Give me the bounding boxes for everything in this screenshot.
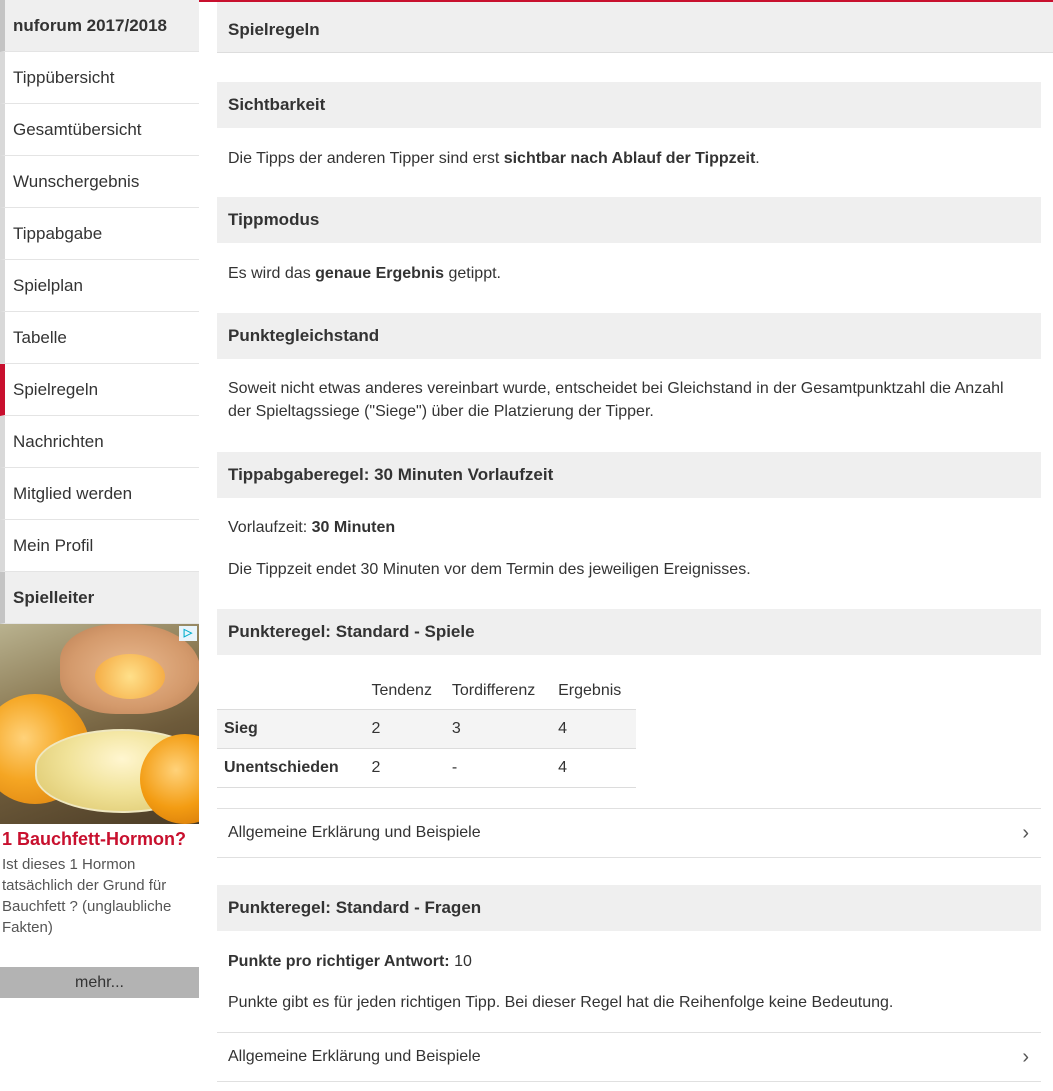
section-heading-sichtbarkeit: Sichtbarkeit [217, 82, 1041, 128]
ad-image-orange-half [95, 654, 165, 699]
sidebar-item-mitglied-werden[interactable]: Mitglied werden [0, 468, 199, 520]
table-cell: 2 [371, 709, 452, 749]
adchoices-icon[interactable]: ▷ [179, 626, 197, 641]
sidebar-item-label: Tippübersicht [13, 68, 115, 87]
section-heading-tippabgaberegel: Tippabgaberegel: 30 Minuten Vorlaufzeit [217, 452, 1041, 498]
sidebar-header[interactable]: nuforum 2017/2018 [0, 0, 199, 52]
sidebar-item-label: Tippabgabe [13, 224, 103, 243]
sidebar-item-label: Spielregeln [13, 380, 99, 399]
tippmodus-text: Es wird das genaue Ergebnis getippt. [228, 265, 501, 282]
sidebar-item-label: Mein Profil [13, 536, 94, 555]
table-header-cell [217, 673, 371, 710]
points-per-answer-text: Punkte pro richtiger Antwort: 10 [228, 953, 472, 970]
sidebar-item-label: Tabelle [13, 328, 67, 347]
explanation-link-fragen[interactable]: Allgemeine Erklärung und Beispiele › [217, 1032, 1041, 1082]
explanation-link-label: Allgemeine Erklärung und Beispiele [228, 1048, 481, 1065]
table-cell: Unentschieden [217, 748, 372, 788]
sidebar-footer-spielleiter[interactable]: Spielleiter [0, 572, 199, 624]
sidebar-item-mein-profil[interactable]: Mein Profil [0, 520, 199, 572]
table-cell: 4 [558, 709, 636, 749]
main-content: Spielregeln Sichtbarkeit Die Tipps der a… [217, 0, 1053, 1082]
sidebar-item-tabelle[interactable]: Tabelle [0, 312, 199, 364]
table-cell: 2 [371, 748, 452, 788]
sidebar-item-label: Mitglied werden [13, 484, 133, 503]
section-heading-punktegleichstand: Punktegleichstand [217, 313, 1041, 359]
advertisement[interactable]: ▷ 1 Bauchfett-Hormon? Ist dieses 1 Hormo… [0, 624, 199, 998]
table-header-cell: Ergebnis [558, 682, 622, 699]
section-heading-punkteregel-fragen: Punkteregel: Standard - Fragen [217, 885, 1041, 931]
tippzeit-text: Die Tippzeit endet 30 Minuten vor dem Te… [228, 561, 751, 578]
sidebar: nuforum 2017/2018 Tippübersicht Gesamtüb… [0, 0, 199, 624]
sidebar-item-gesamtuebersicht[interactable]: Gesamtübersicht [0, 104, 199, 156]
chevron-right-icon: › [1022, 1046, 1029, 1068]
sidebar-item-tippabgabe[interactable]: Tippabgabe [0, 208, 199, 260]
ad-more-button[interactable]: mehr... [0, 967, 199, 998]
fragen-rule-text: Punkte gibt es für jeden richtigen Tipp.… [228, 994, 894, 1011]
punktegleichstand-text: Soweit nicht etwas anderes vereinbart wu… [228, 380, 1004, 420]
sidebar-item-wunschergebnis[interactable]: Wunschergebnis [0, 156, 199, 208]
section-heading-tippmodus: Tippmodus [217, 197, 1041, 243]
sidebar-item-label: Spielplan [13, 276, 83, 295]
table-cell: 4 [558, 748, 636, 788]
ad-image[interactable]: ▷ [0, 624, 199, 824]
sidebar-item-label: Gesamtübersicht [13, 120, 142, 139]
page-title: Spielregeln [217, 2, 1053, 53]
table-cell: 3 [451, 709, 559, 749]
points-table: Tendenz Tordifferenz Ergebnis Sieg 2 3 4… [217, 673, 636, 788]
ad-text[interactable]: Ist dieses 1 Hormon tatsächlich der Grun… [2, 854, 197, 938]
explanation-link-spiele[interactable]: Allgemeine Erklärung und Beispiele › [217, 808, 1041, 858]
sidebar-item-label: Nachrichten [13, 432, 104, 451]
sichtbarkeit-text: Die Tipps der anderen Tipper sind erst s… [228, 150, 760, 167]
sidebar-item-spielplan[interactable]: Spielplan [0, 260, 199, 312]
table-row: Unentschieden 2 - 4 [217, 748, 636, 788]
vorlaufzeit-text: Vorlaufzeit: 30 Minuten [228, 519, 396, 536]
sidebar-item-tippuebersicht[interactable]: Tippübersicht [0, 52, 199, 104]
table-header-row: Tendenz Tordifferenz Ergebnis [217, 673, 636, 710]
table-cell: - [451, 748, 559, 788]
sidebar-item-label: Wunschergebnis [13, 172, 140, 191]
table-header-cell: Tendenz [371, 682, 432, 699]
table-row: Sieg 2 3 4 [217, 709, 636, 749]
explanation-link-label: Allgemeine Erklärung und Beispiele [228, 824, 481, 841]
sidebar-item-nachrichten[interactable]: Nachrichten [0, 416, 199, 468]
table-cell: Sieg [217, 709, 372, 749]
chevron-right-icon: › [1022, 822, 1029, 844]
section-heading-punkteregel-spiele: Punkteregel: Standard - Spiele [217, 609, 1041, 655]
table-header-cell: Tordifferenz [451, 682, 536, 699]
sidebar-item-spielregeln[interactable]: Spielregeln [0, 364, 199, 416]
ad-title[interactable]: 1 Bauchfett-Hormon? [2, 828, 199, 850]
